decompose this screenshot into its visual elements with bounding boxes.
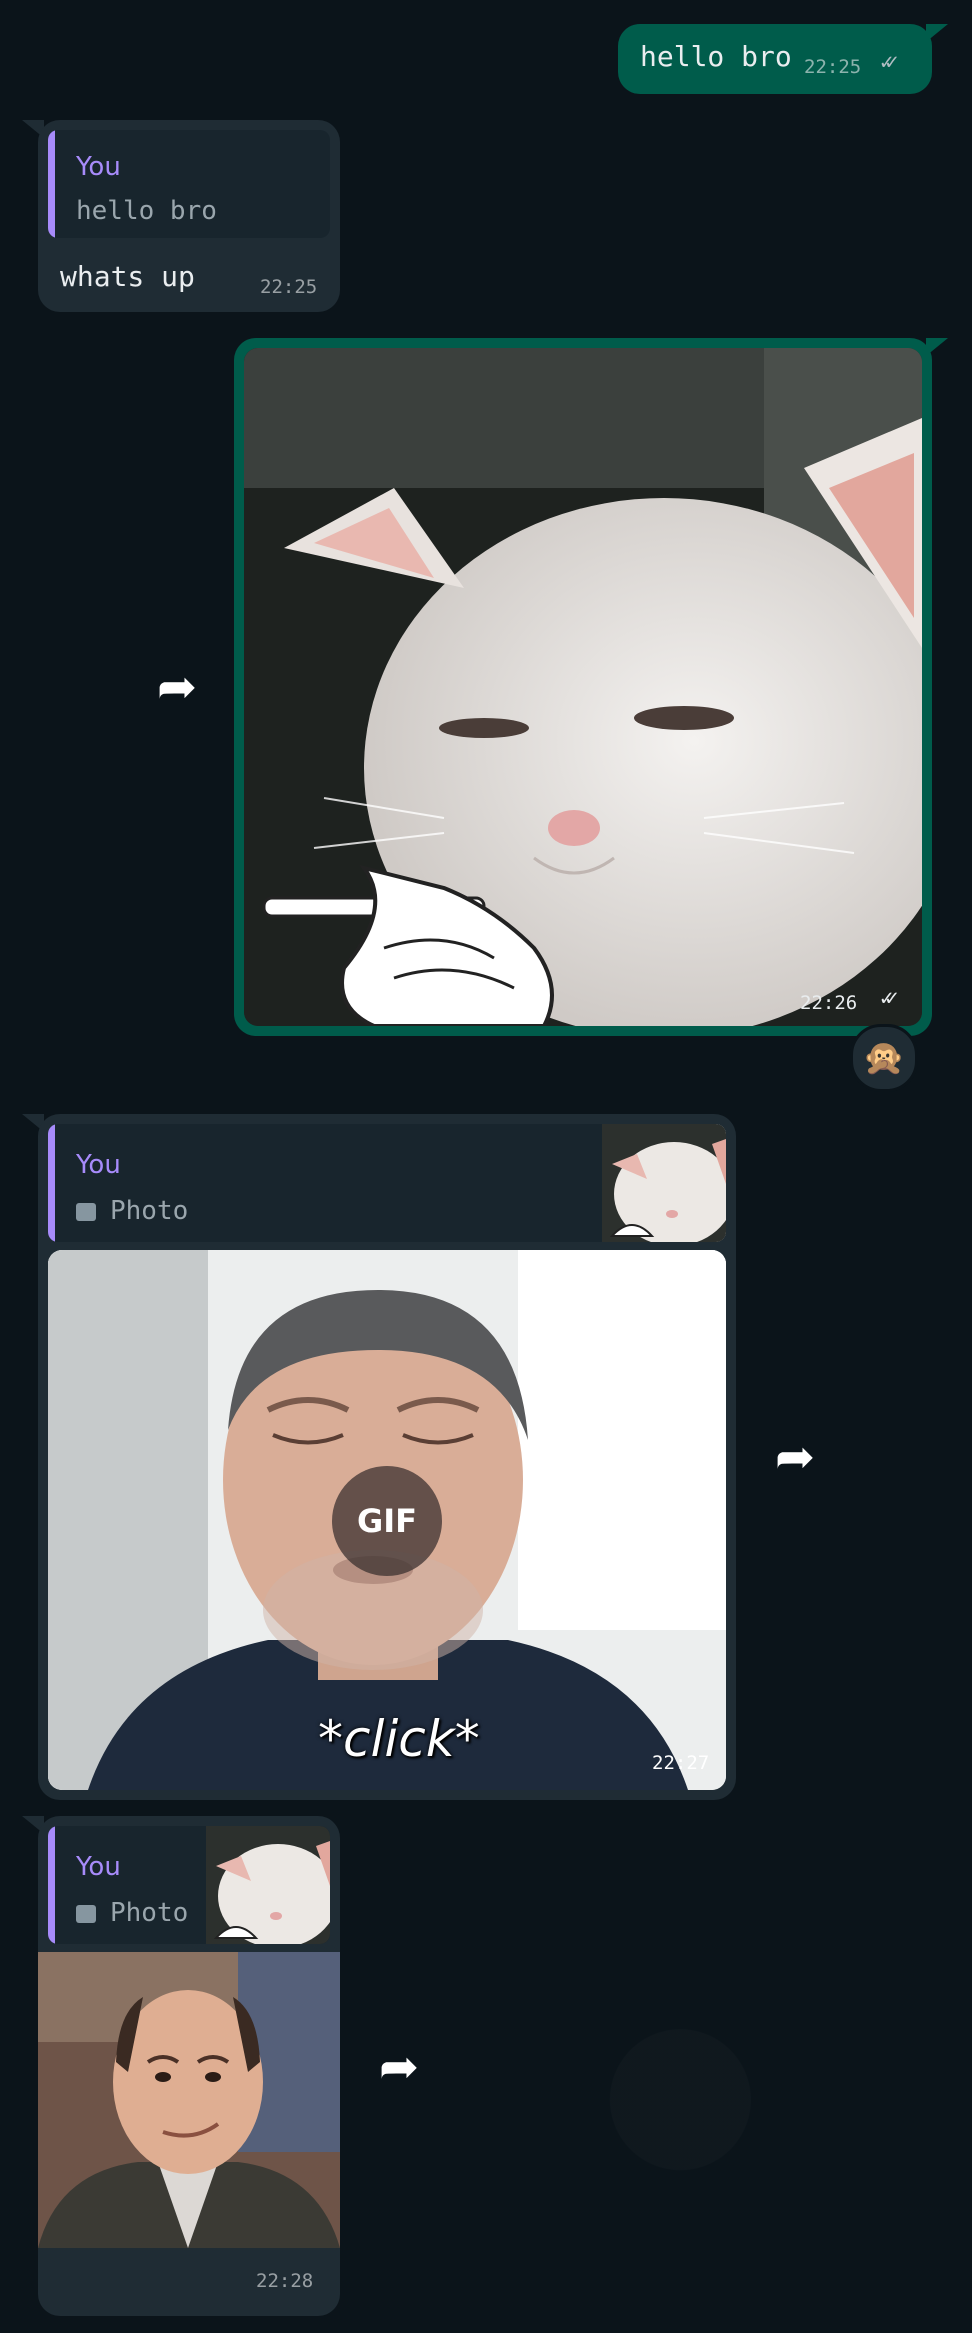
message-incoming-reply-1[interactable]: You hello bro whats up 22:25 [38, 120, 340, 312]
message-time: 22:28 [256, 2270, 314, 2292]
message-time: 22:25 [804, 56, 862, 78]
reply-accent-bar [48, 1124, 55, 1242]
cat-image[interactable]: 22:26 ✓✓ [244, 348, 922, 1026]
reply-accent-bar [48, 1826, 55, 1944]
quoted-reply[interactable]: You Photo [48, 1124, 726, 1242]
reply-author: You [76, 152, 121, 182]
cat-illustration [244, 348, 922, 1026]
reply-author: You [76, 1150, 121, 1180]
message-text: whats up [60, 260, 195, 293]
monkey-emoji-icon: 🙊 [862, 1038, 906, 1078]
reply-thumbnail [206, 1826, 330, 1944]
double-check-icon: ✓✓ [880, 50, 898, 75]
reply-text: Photo [76, 1898, 188, 1928]
gif-badge[interactable]: GIF [332, 1466, 442, 1576]
message-incoming-photo[interactable]: You Photo 22:28 [38, 1816, 340, 2316]
photo-icon [76, 1905, 96, 1923]
message-incoming-gif[interactable]: You Photo GIF *click* 22:27 [38, 1114, 736, 1800]
forward-arrow-icon[interactable]: ➦ [372, 2040, 426, 2094]
reply-accent-bar [48, 130, 55, 238]
reply-text: Photo [76, 1196, 188, 1226]
reply-thumbnail [602, 1124, 726, 1242]
quoted-reply[interactable]: You hello bro [48, 130, 330, 238]
man-photo[interactable] [38, 1952, 340, 2248]
forward-arrow-icon[interactable]: ➦ [768, 1430, 822, 1484]
message-time: 22:26 [800, 992, 858, 1014]
reaction-badge[interactable]: 🙊 [850, 1024, 918, 1092]
bubble-tail [926, 338, 948, 356]
message-outgoing-image[interactable]: 22:26 ✓✓ [234, 338, 932, 1036]
double-check-icon: ✓✓ [880, 986, 898, 1011]
message-outgoing-1[interactable]: hello bro 22:25 ✓✓ [618, 24, 932, 94]
message-text: hello bro [640, 40, 792, 73]
reply-author: You [76, 1852, 121, 1882]
reply-text: hello bro [76, 196, 217, 226]
bubble-tail [926, 24, 948, 42]
message-time: 22:27 [652, 1752, 710, 1774]
gif-label: GIF [356, 1502, 418, 1540]
forward-arrow-icon[interactable]: ➦ [150, 660, 204, 714]
photo-icon [76, 1203, 96, 1221]
image-caption-text: *click* [318, 1710, 480, 1768]
message-time: 22:25 [260, 276, 318, 298]
man-photo-illustration [38, 1952, 340, 2248]
gif-image[interactable]: GIF *click* 22:27 [48, 1250, 726, 1790]
quoted-reply[interactable]: You Photo [48, 1826, 330, 1944]
